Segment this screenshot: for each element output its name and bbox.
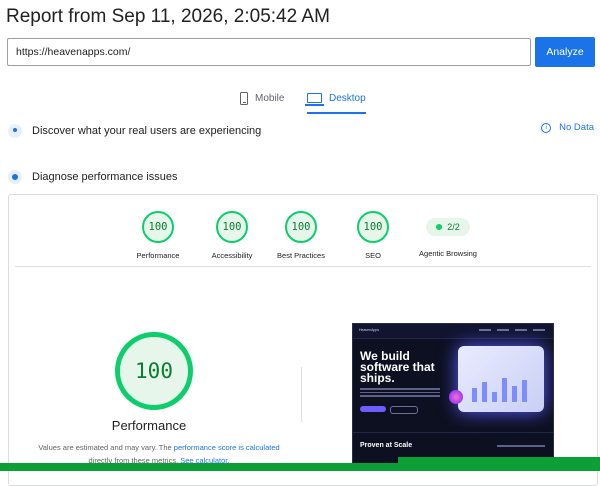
performance-score-link[interactable]: performance score is calculated (174, 443, 280, 452)
diagnose-heading: Diagnose performance issues (32, 171, 178, 183)
performance-heading: Performance (111, 418, 187, 433)
no-data-label: No Data (559, 122, 594, 133)
tab-mobile[interactable]: Mobile (240, 86, 284, 110)
score-ring: 100 (357, 211, 389, 243)
screenshot-headline: We build software that ships. (360, 349, 435, 385)
screenshot-brand: HeavenApps (359, 328, 380, 332)
real-users-heading: Discover what your real users are experi… (32, 125, 262, 137)
users-icon (8, 124, 22, 138)
tab-desktop[interactable]: Desktop (305, 86, 366, 114)
diagnose-section: Diagnose performance issues (8, 168, 178, 186)
screenshot-section-title: Proven at Scale (360, 442, 413, 449)
url-input[interactable] (7, 38, 531, 66)
gauge-agentic-browsing[interactable]: 2/2 Agentic Browsing (403, 211, 493, 258)
screenshot-cta (360, 406, 386, 412)
agentic-value: 2/2 (447, 222, 460, 232)
score-ring: 100 (142, 211, 174, 243)
phone-icon (240, 91, 248, 105)
divider (15, 266, 591, 267)
page-screenshot: HeavenApps We build software that ships.… (352, 323, 554, 465)
screenshot-dashboard-mockup (458, 346, 544, 412)
score-ring: 100 (216, 211, 248, 243)
info-icon: i (541, 122, 552, 133)
vertical-divider (301, 367, 302, 422)
diagnose-icon (8, 170, 22, 184)
diagnose-card: 100 Performance 100 Accessibility 100 Be… (8, 194, 598, 486)
green-bar-overlay (398, 457, 600, 471)
monitor-icon (305, 93, 324, 106)
real-users-section: Discover what your real users are experi… (8, 122, 261, 140)
tab-desktop-label: Desktop (329, 92, 366, 104)
screenshot-orb (449, 390, 463, 404)
pass-dot-icon (436, 224, 443, 230)
screenshot-nav: HeavenApps (353, 324, 553, 339)
tab-mobile-label: Mobile (255, 92, 285, 104)
agentic-pill: 2/2 (426, 218, 470, 236)
performance-score-ring: 100 (115, 332, 193, 410)
gauge-label: Agentic Browsing (419, 249, 477, 258)
analyze-button[interactable]: Analyze (535, 37, 595, 67)
device-tabs: Mobile Desktop (0, 86, 600, 114)
no-data-link[interactable]: i No Data (541, 122, 594, 133)
score-ring: 100 (285, 211, 317, 243)
score-gauges: 100 Performance 100 Accessibility 100 Be… (9, 195, 597, 267)
screenshot-secondary-cta (390, 406, 418, 414)
report-title: Report from Sep 11, 2026, 2:05:42 AM (6, 6, 330, 27)
